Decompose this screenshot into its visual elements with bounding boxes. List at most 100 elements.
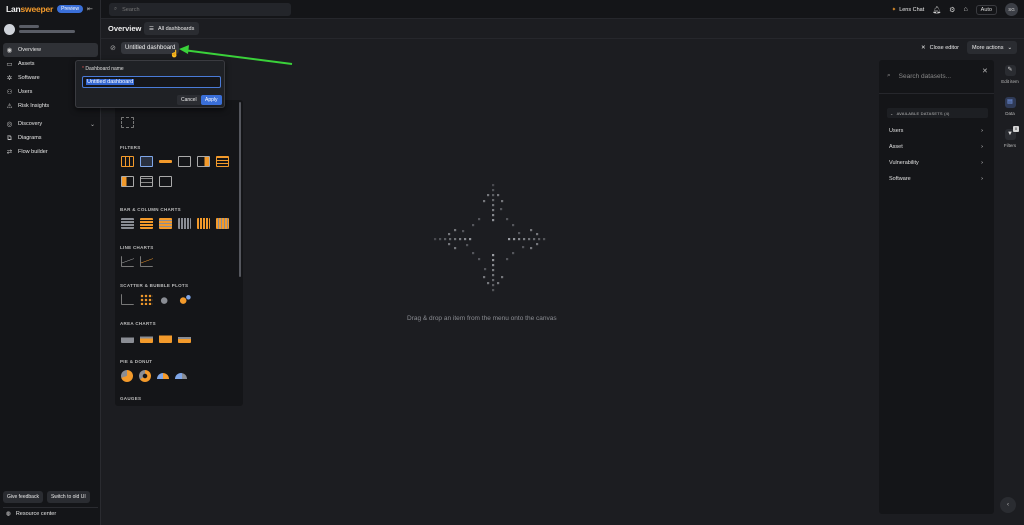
canvas-empty-hint: Drag & drop an item from the menu onto t… bbox=[407, 315, 557, 322]
bell-icon[interactable]: 🔔︎ bbox=[932, 6, 941, 14]
sidebar-item-overview[interactable]: ◉ Overview bbox=[3, 43, 98, 57]
decorative-dot bbox=[522, 246, 525, 249]
topbar-actions: ✦ Lens Chat 🔔︎ ⚙ ⌂ Auto SG bbox=[892, 3, 1018, 16]
dataset-item-users[interactable]: Users › bbox=[889, 128, 983, 134]
close-icon: ✕ bbox=[921, 45, 926, 51]
resource-center-label: Resource center bbox=[15, 511, 57, 517]
discovery-icon: ◎ bbox=[6, 120, 13, 128]
donut-chart-icon[interactable] bbox=[139, 370, 151, 382]
decorative-dot bbox=[536, 233, 539, 236]
horizontal-bar-icon[interactable] bbox=[121, 218, 134, 229]
dashboard-name-input[interactable]: Untitled dashboard bbox=[82, 76, 221, 88]
org-avatar bbox=[4, 23, 15, 35]
arrow-head bbox=[179, 45, 189, 54]
dataset-item-label: Users bbox=[889, 128, 904, 134]
decorative-dot bbox=[501, 200, 504, 203]
percent-area-icon[interactable] bbox=[159, 332, 172, 343]
decorative-dot bbox=[492, 274, 495, 277]
sidebar-item-diagrams[interactable]: ⧉ Diagrams bbox=[3, 131, 98, 145]
rail-data-label: Data bbox=[1005, 111, 1015, 116]
store-icon[interactable]: ⌂ bbox=[963, 6, 967, 13]
gear-icon[interactable]: ⚙ bbox=[949, 6, 955, 14]
checkbox-filter-icon[interactable] bbox=[140, 176, 153, 187]
section-bar-charts: BAR & COLUMN CHARTS bbox=[120, 207, 181, 212]
decorative-dot bbox=[469, 238, 472, 241]
sidebar-item-flow-builder[interactable]: ⇄ Flow builder bbox=[3, 145, 98, 159]
dataset-item-vulnerability[interactable]: Vulnerability › bbox=[889, 160, 983, 166]
available-datasets-header[interactable]: ⌄ AVAILABLE DATASETS (4) bbox=[887, 108, 988, 118]
empty-widget-icon[interactable] bbox=[121, 117, 134, 128]
dashboard-visibility-icon[interactable]: ⊘ bbox=[110, 44, 116, 52]
decorative-dot bbox=[459, 238, 462, 241]
dataset-item-asset[interactable]: Asset › bbox=[889, 144, 983, 150]
apply-button[interactable]: Apply bbox=[201, 95, 222, 105]
area-chart-icon[interactable] bbox=[121, 332, 134, 343]
stacked-area-icon[interactable] bbox=[140, 332, 153, 343]
decorative-dot bbox=[508, 238, 511, 241]
stacked-column-icon[interactable] bbox=[197, 218, 210, 229]
flow-icon: ⇄ bbox=[6, 148, 13, 156]
column-chart-icon[interactable] bbox=[178, 218, 191, 229]
org-selector[interactable] bbox=[4, 22, 97, 36]
toggle-filter-icon[interactable] bbox=[121, 176, 134, 187]
give-feedback-button[interactable]: Give feedback bbox=[3, 491, 43, 503]
half-pie-icon[interactable] bbox=[175, 373, 187, 379]
bubble-plot-icon[interactable] bbox=[159, 294, 172, 305]
right-rail: ✎ Edit item ▤ Data ▼ 0 Filters bbox=[996, 57, 1024, 525]
stacked-bar-icon[interactable] bbox=[140, 218, 153, 229]
theme-toggle[interactable]: Auto bbox=[975, 4, 997, 15]
semi-donut-icon[interactable] bbox=[157, 373, 169, 379]
close-icon[interactable]: ✕ bbox=[982, 67, 988, 75]
sidebar-item-discovery[interactable]: ◎ Discovery ⌄ bbox=[3, 117, 98, 131]
scatter-multi-icon[interactable] bbox=[140, 294, 153, 305]
rail-edit-item[interactable]: ✎ Edit item bbox=[996, 65, 1024, 84]
assets-icon: ▭ bbox=[6, 60, 13, 68]
slider-filter-icon[interactable] bbox=[159, 160, 172, 163]
decorative-dot bbox=[472, 252, 475, 255]
dataset-item-software[interactable]: Software › bbox=[889, 176, 983, 182]
rail-data[interactable]: ▤ Data bbox=[996, 97, 1024, 116]
decorative-dot bbox=[454, 238, 457, 241]
palette-scrollbar[interactable] bbox=[239, 102, 241, 277]
sidebar-footer-buttons: Give feedback Switch to old UI bbox=[3, 491, 90, 503]
range-filter-icon[interactable] bbox=[159, 176, 172, 187]
logo[interactable]: Lansweeper bbox=[6, 4, 53, 14]
line-chart-icon[interactable] bbox=[121, 256, 134, 267]
logo-prefix: Lan bbox=[6, 4, 21, 14]
calendar-filter-icon[interactable] bbox=[140, 156, 153, 167]
collapse-sidebar-icon[interactable]: ⇤ bbox=[87, 5, 95, 13]
all-dashboards-button[interactable]: ☰ All dashboards bbox=[144, 22, 200, 35]
grouped-column-icon[interactable] bbox=[216, 218, 229, 229]
help-icon[interactable]: ‹ bbox=[1000, 497, 1016, 513]
date-filter-icon[interactable] bbox=[121, 156, 134, 167]
cancel-button[interactable]: Cancel bbox=[177, 95, 201, 105]
list-filter-icon[interactable] bbox=[216, 156, 229, 167]
input-filter-icon[interactable] bbox=[178, 156, 191, 167]
lens-chat-button[interactable]: ✦ Lens Chat bbox=[892, 7, 925, 13]
chevron-down-icon: ⌄ bbox=[89, 121, 95, 128]
palette-row-scatter bbox=[121, 294, 191, 305]
section-gauges: GAUGES bbox=[120, 396, 142, 401]
rail-filters[interactable]: ▼ 0 Filters bbox=[996, 126, 1024, 148]
resource-center-button[interactable]: ◍ Resource center bbox=[3, 507, 98, 520]
decorative-dot bbox=[512, 252, 515, 255]
pie-chart-icon[interactable] bbox=[121, 370, 133, 382]
widget-palette: FILTERS BAR & COLUMN CHARTS LINE CHARTS bbox=[115, 100, 243, 406]
more-actions-button[interactable]: More actions ⌄ bbox=[967, 41, 1018, 54]
multi-line-chart-icon[interactable] bbox=[140, 256, 153, 267]
decorative-dot bbox=[492, 259, 495, 262]
logo-suffix: sweeper bbox=[20, 4, 54, 14]
more-actions-label: More actions bbox=[972, 44, 1004, 51]
grouped-bar-icon[interactable] bbox=[159, 218, 172, 229]
close-editor-button[interactable]: ✕ Close editor bbox=[921, 42, 959, 54]
dropdown-filter-icon[interactable] bbox=[197, 156, 210, 167]
search-input[interactable]: ⌕ Search bbox=[109, 3, 291, 16]
scatter-plot-icon[interactable] bbox=[121, 294, 134, 305]
avatar[interactable]: SG bbox=[1005, 3, 1018, 16]
palette-row-filters-2 bbox=[121, 176, 172, 187]
streamgraph-icon[interactable] bbox=[178, 332, 191, 343]
decorative-dot bbox=[536, 243, 539, 246]
bubble-multi-icon[interactable] bbox=[178, 294, 191, 305]
dataset-search-input[interactable]: ⌕ Search datasets... bbox=[887, 72, 951, 80]
switch-old-ui-button[interactable]: Switch to old UI bbox=[46, 491, 90, 503]
